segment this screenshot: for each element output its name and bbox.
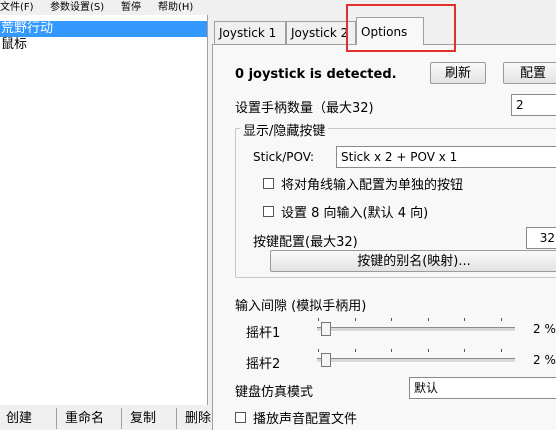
slider-tick (318, 318, 319, 321)
slider-tick (428, 349, 429, 352)
slider-tick (464, 318, 465, 321)
slider-tick (318, 349, 319, 352)
stick2-value: 2 % (533, 353, 556, 367)
stick-pov-label: Stick/POV: (253, 150, 314, 164)
diagonal-checkbox-label: 将对角线输入配置为单独的按钮 (281, 178, 464, 193)
rename-button[interactable]: 重命名 (56, 408, 104, 429)
options-panel: 0 joystick is detected. 刷新 配置 设置手柄数量（最大3… (212, 44, 556, 430)
slider-tick (355, 318, 356, 321)
menu-file[interactable]: 文件(F) (0, 0, 34, 15)
stick1-slider-track[interactable] (317, 327, 515, 332)
slider-tick (464, 349, 465, 352)
stick2-slider-track[interactable] (317, 358, 515, 363)
menu-pause[interactable]: 暂停 (121, 0, 141, 15)
copy-button[interactable]: 复制 (121, 408, 156, 429)
stick2-slider-thumb[interactable] (320, 353, 331, 367)
stick1-slider-thumb[interactable] (320, 322, 331, 336)
profile-item[interactable]: 鼠标 (0, 37, 27, 53)
eight-direction-checkbox-label: 设置 8 向输入(默认 4 向) (281, 206, 429, 221)
input-gap-label: 输入间隙 (模拟手柄用) (235, 299, 367, 314)
stick1-label: 摇杆1 (246, 326, 281, 341)
stick1-value: 2 % (533, 322, 556, 336)
play-sound-checkbox-label: 播放声音配置文件 (253, 412, 358, 427)
eight-direction-checkbox[interactable] (263, 206, 274, 217)
slider-tick (428, 318, 429, 321)
menu-settings[interactable]: 参数设置(S) (50, 0, 104, 15)
joystick-count-input[interactable]: 2 (511, 94, 556, 116)
slider-tick (501, 318, 502, 321)
joystick-count-label: 设置手柄数量（最大32) (235, 101, 374, 116)
show-hide-group-title: 显示/隐藏按键 (240, 120, 329, 139)
button-config-input[interactable]: 32 (526, 227, 556, 249)
detected-status: 0 joystick is detected. (235, 67, 397, 82)
alias-button[interactable]: 按键的别名(映射)... (270, 250, 556, 272)
refresh-button[interactable]: 刷新 (430, 62, 486, 84)
diagonal-checkbox[interactable] (263, 178, 274, 189)
config-button[interactable]: 配置 (503, 62, 556, 84)
tab-joystick1[interactable]: Joystick 1 (214, 21, 286, 45)
play-sound-checkbox[interactable] (235, 412, 246, 423)
profile-list[interactable]: 荒野行动 鼠标 (0, 15, 208, 405)
highlight-box (346, 4, 456, 52)
delete-button[interactable]: 删除 (176, 408, 215, 429)
slider-tick (501, 349, 502, 352)
stick2-label: 摇杆2 (246, 357, 281, 372)
create-button[interactable]: 创建 (0, 408, 32, 429)
slider-tick (391, 349, 392, 352)
profile-item-selected[interactable]: 荒野行动 (0, 21, 207, 37)
slider-tick (391, 318, 392, 321)
button-config-label: 按键配置(最大32) (253, 235, 358, 250)
slider-tick (355, 349, 356, 352)
keyboard-mode-select[interactable]: 默认 (409, 377, 556, 399)
keyboard-mode-label: 键盘仿真模式 (235, 385, 314, 400)
menu-bar: 文件(F) 参数设置(S) 暂停 帮助(H) (0, 0, 556, 15)
stick-pov-field[interactable]: Stick x 2 + POV x 1 (336, 146, 556, 168)
menu-help[interactable]: 帮助(H) (158, 0, 193, 15)
